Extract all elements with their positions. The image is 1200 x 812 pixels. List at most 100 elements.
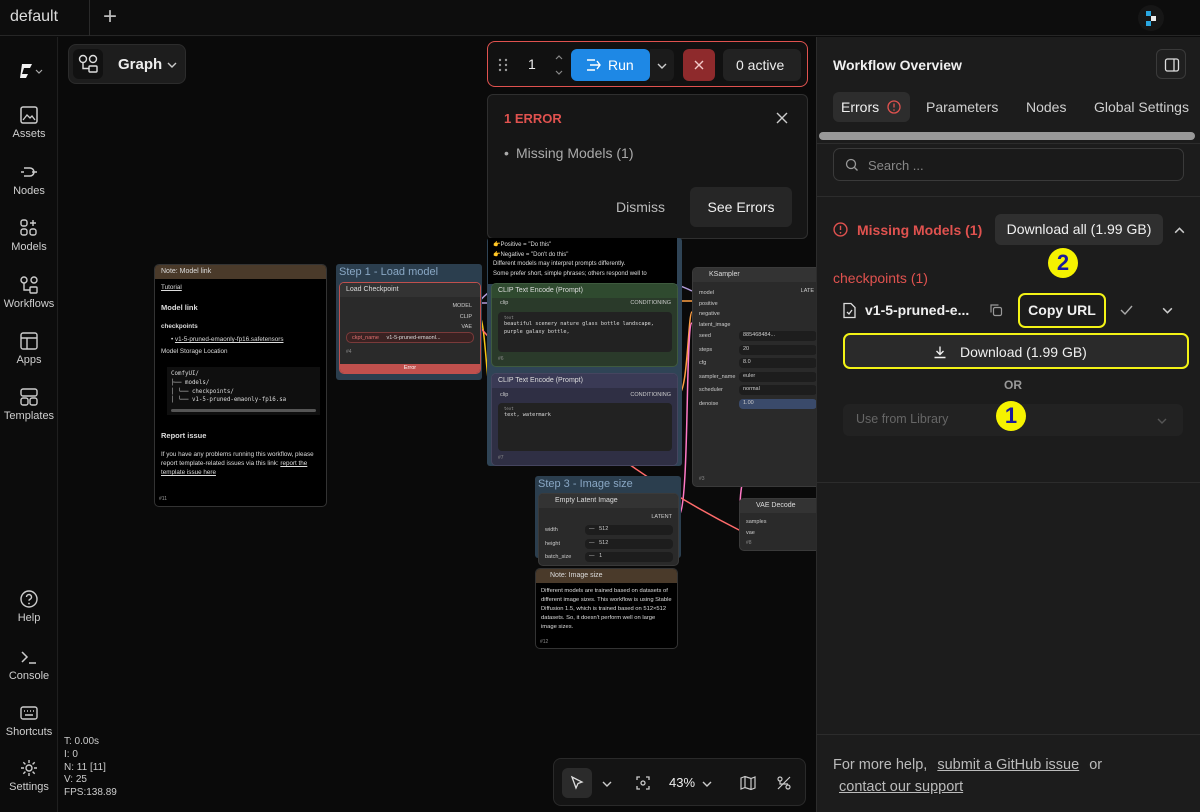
see-errors-button[interactable]: See Errors: [690, 187, 792, 227]
model-file-name: v1-5-pruned-e...: [865, 302, 970, 318]
stepper-arrows-icon[interactable]: [554, 51, 564, 79]
dismiss-button[interactable]: Dismiss: [616, 199, 665, 215]
tab-parameters[interactable]: Parameters: [926, 92, 998, 122]
download-icon: [934, 346, 946, 359]
ksampler-widgets: seed 885468484... steps 20 cfg 8.0 sampler_…: [693, 330, 816, 411]
output-slot: CONDITIONING: [630, 300, 671, 306]
check-icon[interactable]: [1119, 303, 1134, 317]
prompt-note-node[interactable]: 👉Positive = "Do this" 👉Negative = "Don't…: [488, 238, 677, 284]
prompt-textarea[interactable]: text text, watermark: [498, 403, 672, 451]
minimap-icon[interactable]: [740, 775, 756, 791]
node-header: KSampler: [693, 268, 816, 282]
report-heading: Report issue: [161, 431, 207, 441]
ckpt-name-widget[interactable]: ckpt_name v1-5-pruned-emaonl...: [346, 332, 474, 343]
tab-nodes[interactable]: Nodes: [1026, 92, 1066, 122]
output-slot: LATENT: [651, 514, 672, 520]
node-id-badge: #8: [746, 540, 752, 546]
cfg-widget[interactable]: cfg 8.0: [693, 357, 816, 371]
help-prefix: For more help,: [833, 757, 928, 773]
clip-negative-node[interactable]: CLIP Text Encode (Prompt) clip CONDITION…: [491, 373, 678, 466]
comfy-avatar-icon: [1146, 11, 1156, 26]
steps-widget[interactable]: steps 20: [693, 344, 816, 358]
node-id-badge: #6: [498, 356, 504, 362]
search-icon: [845, 158, 858, 171]
run-button[interactable]: Run: [571, 49, 650, 81]
help-footer: For more help, submit a GitHub issue or …: [833, 754, 1193, 798]
graph-icon-box: [73, 49, 103, 79]
search-field[interactable]: Search ...: [833, 148, 1184, 181]
drag-handle-icon[interactable]: [498, 58, 508, 72]
error-item: Missing Models (1): [516, 145, 634, 161]
load-checkpoint-node[interactable]: Load Checkpoint MODEL CLIP VAE ckpt_name…: [339, 282, 481, 374]
select-tool-button[interactable]: [562, 768, 592, 798]
tab-global-settings[interactable]: Global Settings: [1094, 92, 1189, 122]
clip-positive-node[interactable]: CLIP Text Encode (Prompt) clip CONDITION…: [491, 283, 678, 367]
library-placeholder: Use from Library: [856, 412, 949, 426]
close-icon[interactable]: [775, 111, 789, 125]
copy-url-button[interactable]: Copy URL: [1018, 293, 1106, 328]
denoise-widget[interactable]: denoise 1.00: [693, 398, 816, 412]
model-link-heading: Model link: [161, 303, 198, 313]
or-divider: OR: [1004, 378, 1022, 392]
graph-mode-button[interactable]: Graph: [68, 44, 186, 84]
output-slot: CONDITIONING: [630, 392, 671, 398]
batch-count-input[interactable]: 1: [528, 56, 536, 72]
input-slot: clip: [500, 392, 509, 398]
queue-active-button[interactable]: 0 active: [723, 49, 801, 81]
copy-icon[interactable]: [989, 303, 1003, 317]
link-visibility-icon[interactable]: [776, 775, 792, 791]
ksampler-node[interactable]: KSampler model positive negative latent_…: [692, 267, 816, 487]
node-id-badge: #11: [159, 496, 167, 502]
tabs-scrollbar[interactable]: [819, 132, 1195, 140]
run-toolbar: 1 Run 0 active: [487, 41, 808, 87]
model-file-link[interactable]: v1-5-pruned-emaonly-fp16.safetensors: [175, 336, 284, 343]
checkpoints-heading: checkpoints: [161, 323, 198, 330]
file-check-icon: [843, 302, 856, 319]
missing-models-title: Missing Models (1): [857, 222, 983, 238]
storage-tree: ComfyUI/ ├── models/ │ └── checkpoints/ …: [167, 367, 320, 416]
note-text: Different models are trained based on da…: [541, 588, 672, 630]
search-placeholder: Search ...: [868, 158, 924, 173]
sampler-widget[interactable]: sampler_name euler: [693, 371, 816, 385]
chevron-down-icon[interactable]: [1161, 304, 1174, 317]
group-title: Step 1 - Load model: [339, 266, 439, 278]
download-button[interactable]: Download (1.99 GB): [843, 333, 1189, 369]
github-issue-link[interactable]: submit a GitHub issue: [937, 757, 1079, 773]
cancel-run-button[interactable]: [683, 49, 715, 81]
note-model-link-node[interactable]: Note: Model link Tutorial Model link che…: [154, 264, 327, 507]
seed-widget[interactable]: seed 885468484...: [693, 330, 816, 344]
panel-tabs: Errors Parameters Nodes Global Settings: [833, 92, 1200, 122]
scrollbar[interactable]: [171, 409, 316, 413]
tab-errors[interactable]: Errors: [833, 92, 910, 122]
node-id-badge: #7: [498, 455, 504, 461]
error-alert-icon: [887, 100, 901, 114]
canvas-toolbox: 43%: [553, 758, 806, 806]
fit-view-icon[interactable]: [635, 775, 651, 791]
output-slot: LATE: [800, 288, 814, 294]
contact-support-link[interactable]: contact our support: [839, 779, 963, 795]
scheduler-widget[interactable]: scheduler normal: [693, 384, 816, 398]
chevron-down-icon[interactable]: [601, 778, 613, 790]
chevron-up-icon[interactable]: [1173, 224, 1186, 237]
chevron-down-icon[interactable]: [701, 778, 713, 790]
download-all-button[interactable]: Download all (1.99 GB): [995, 214, 1163, 245]
zoom-level[interactable]: 43%: [669, 775, 695, 790]
batch-size-widget[interactable]: batch_size — 1: [539, 551, 678, 565]
error-popup: 1 ERROR • Missing Models (1) Dismiss See…: [487, 94, 808, 239]
empty-latent-node[interactable]: Empty Latent Image LATENT width — 512 hei…: [538, 493, 679, 566]
run-options-button[interactable]: [650, 49, 674, 81]
close-icon: [694, 60, 704, 70]
vae-decode-node[interactable]: VAE Decode samples vae #8: [739, 498, 816, 551]
prompt-textarea[interactable]: text beautiful scenery nature glass bott…: [498, 312, 672, 352]
node-header: Note: Model link: [155, 265, 326, 279]
height-widget[interactable]: height — 512: [539, 538, 678, 552]
width-widget[interactable]: width — 512: [539, 524, 678, 538]
active-count-label: 0 active: [736, 57, 785, 73]
chevron-down-icon: [1157, 418, 1167, 424]
node-id-badge: #12: [540, 639, 549, 645]
tutorial-link[interactable]: Tutorial: [161, 283, 320, 292]
toggle-panel-button[interactable]: [1156, 49, 1186, 79]
user-avatar[interactable]: [1138, 5, 1164, 31]
note-image-size-node[interactable]: Note: Image size Different models are tr…: [535, 568, 678, 649]
node-id-badge: #3: [699, 476, 705, 482]
